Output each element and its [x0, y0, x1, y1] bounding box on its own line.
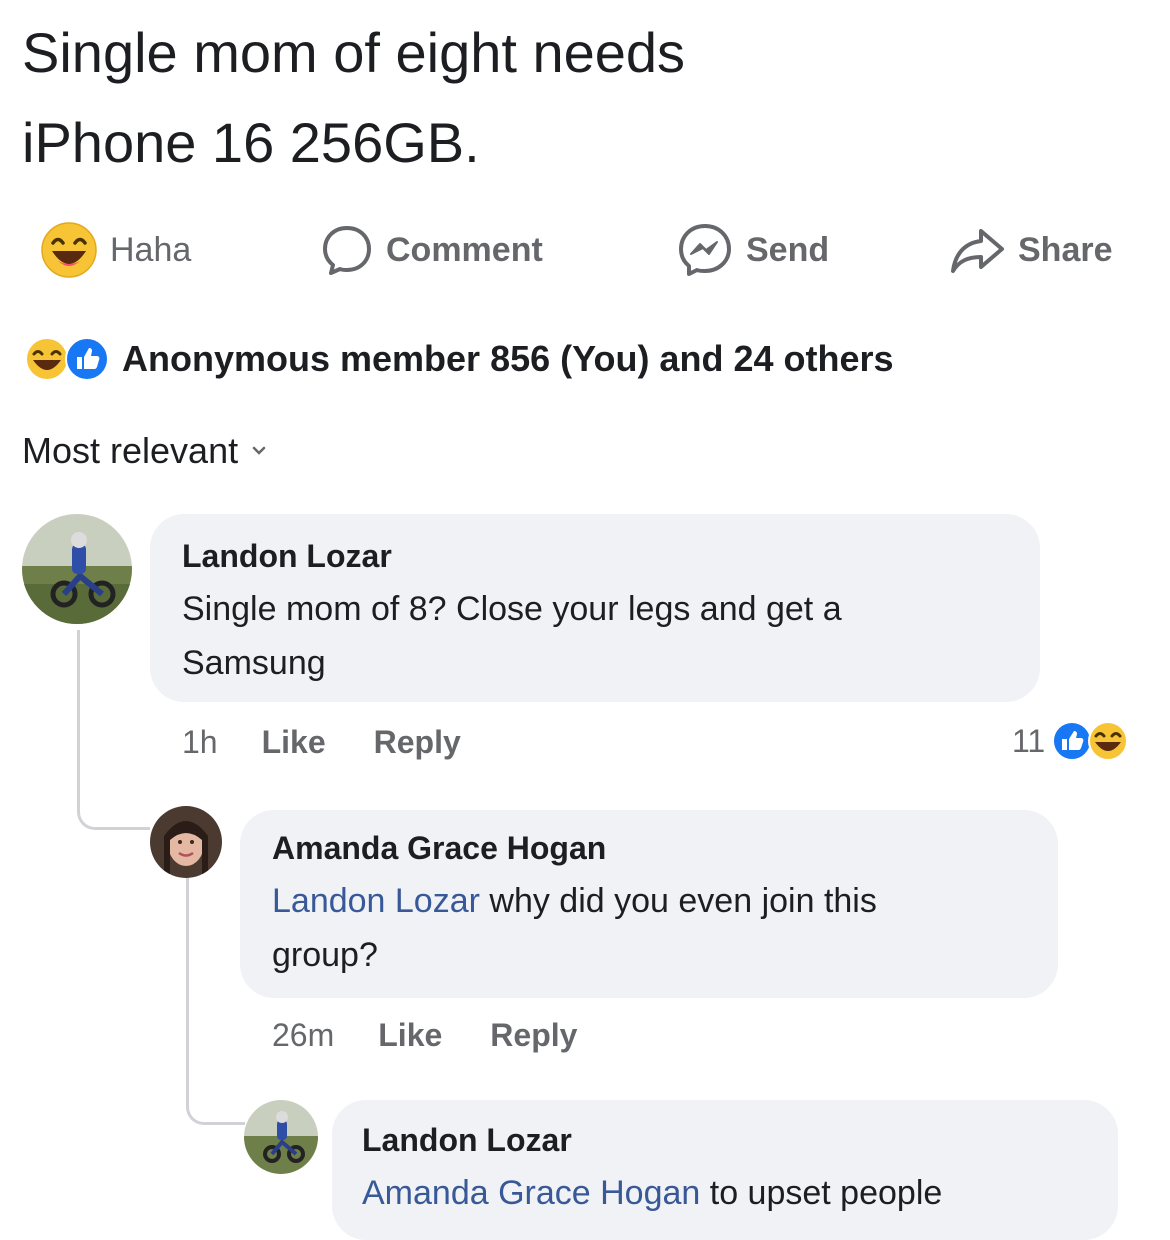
comment-author[interactable]: Landon Lozar — [182, 538, 392, 575]
comment-button[interactable]: Comment — [320, 215, 543, 285]
comment-author[interactable]: Landon Lozar — [362, 1122, 572, 1159]
reply-link[interactable]: Reply — [374, 724, 461, 761]
post-action-bar: Haha Comment Send Share — [0, 215, 1170, 285]
comment-time[interactable]: 26m — [272, 1017, 334, 1054]
avatar-image — [150, 806, 222, 878]
share-button[interactable]: Share — [948, 215, 1113, 285]
post-text: Single mom of eight needs iPhone 16 256G… — [22, 8, 1122, 188]
comment-meta: 26m Like Reply — [272, 1017, 625, 1054]
comment-text-line: Samsung — [182, 644, 326, 682]
comment-reaction-count[interactable]: 11 — [1012, 720, 1129, 762]
avatar-image — [22, 514, 132, 624]
messenger-icon — [679, 224, 731, 276]
comment-text: Amanda Grace Hogan to upset people — [362, 1166, 1102, 1220]
share-label: Share — [1018, 230, 1113, 269]
reaction-icons — [24, 336, 110, 382]
comment-meta: 1h Like Reply — [182, 724, 509, 761]
comment-time[interactable]: 1h — [182, 724, 218, 761]
like-link[interactable]: Like — [378, 1017, 442, 1054]
sort-label: Most relevant — [22, 430, 239, 471]
comment-text-line: Single mom of 8? Close your legs and get… — [182, 590, 842, 628]
chevron-down-icon — [252, 446, 266, 455]
mention-link[interactable]: Landon Lozar — [272, 882, 480, 920]
comment-text-line: Landon Lozar why did you even join this — [272, 874, 1052, 928]
avatar[interactable] — [150, 806, 222, 878]
send-label: Send — [746, 230, 830, 269]
post-text-line: iPhone 16 256GB. — [22, 111, 480, 174]
avatar[interactable] — [244, 1100, 318, 1174]
comment-text-line: group? — [272, 936, 378, 974]
haha-label: Haha — [110, 230, 192, 269]
send-button[interactable]: Send — [676, 215, 829, 285]
post-text-line: Single mom of eight needs — [22, 21, 686, 84]
reply-link[interactable]: Reply — [490, 1017, 577, 1054]
reactions-summary-text: Anonymous member 856 (You) and 24 others — [122, 338, 894, 379]
avatar-image — [244, 1100, 318, 1174]
haha-button[interactable]: Haha — [40, 215, 191, 285]
thread-connector — [186, 1036, 245, 1125]
comment-label: Comment — [386, 230, 543, 269]
haha-icon — [1088, 721, 1129, 761]
comment-text-part: to upset people — [700, 1174, 943, 1212]
haha-icon — [41, 222, 97, 278]
reactions-summary[interactable]: Anonymous member 856 (You) and 24 others — [24, 336, 894, 382]
thread-line — [77, 630, 80, 740]
comment-text: Landon Lozar why did you even join this … — [272, 874, 1052, 982]
comment-text: Single mom of 8? Close your legs and get… — [182, 582, 1022, 690]
thread-line — [186, 876, 189, 1036]
comment-icon — [323, 226, 371, 275]
share-icon — [951, 229, 1004, 273]
avatar[interactable] — [22, 514, 132, 624]
mention-link[interactable]: Amanda Grace Hogan — [362, 1174, 700, 1212]
thread-connector — [77, 740, 150, 830]
reaction-count: 11 — [1012, 722, 1046, 759]
comment-text-part: why did you even join this — [479, 882, 877, 920]
like-icon — [65, 337, 109, 381]
comment-author[interactable]: Amanda Grace Hogan — [272, 830, 606, 867]
comment-sort-dropdown[interactable]: Most relevant — [22, 430, 268, 472]
like-link[interactable]: Like — [262, 724, 326, 761]
